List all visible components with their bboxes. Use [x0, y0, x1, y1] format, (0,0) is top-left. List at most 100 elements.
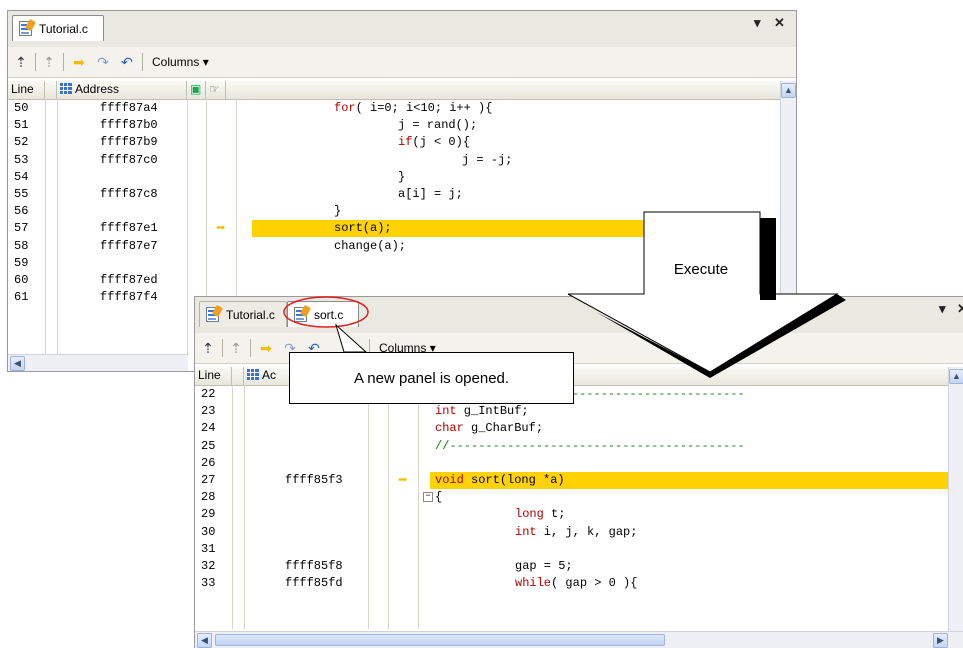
source-line[interactable]: 56} — [8, 203, 796, 220]
source-panel-sort: Tutorial.c sort.c ▾ ✕ ⇡ ⇡ ➡ ↷ ↶ Columns … — [194, 296, 963, 648]
tab-tutorial-c[interactable]: Tutorial.c — [199, 301, 287, 327]
go-to-source-icon[interactable]: ⇡ — [40, 53, 58, 71]
source-line[interactable]: 23 int g_IntBuf; — [195, 403, 963, 420]
current-line-highlight — [252, 220, 652, 238]
go-to-source-icon[interactable]: ⇡ — [227, 339, 245, 357]
line-number: 57 — [14, 221, 29, 236]
header-spacer — [232, 367, 244, 385]
scroll-left-icon[interactable]: ◀ — [10, 356, 25, 371]
source-code: j = -j; — [462, 152, 513, 167]
source-line[interactable]: 51 ffff87b0 j = rand(); — [8, 117, 796, 134]
collapse-icon[interactable]: − — [423, 492, 433, 503]
source-line[interactable]: 53 ffff87c0 j = -j; — [8, 152, 796, 169]
line-number: 26 — [201, 455, 216, 470]
show-current-pc-icon[interactable]: ➡ — [70, 53, 88, 71]
scroll-left-icon[interactable]: ◀ — [197, 633, 212, 648]
header-line[interactable]: Line — [195, 367, 232, 385]
tab-label: Tutorial.c — [226, 308, 275, 322]
address-value: ffff87f4 — [100, 290, 158, 305]
source-line[interactable]: 29 long t; — [195, 506, 963, 523]
execute-label: Execute — [673, 261, 729, 278]
address-value: ffff87c0 — [100, 152, 158, 167]
tab-tutorial-c[interactable]: Tutorial.c — [12, 15, 104, 41]
current-pc-arrow-icon: ➡ — [398, 472, 408, 490]
go-to-address-icon[interactable]: ⇡ — [12, 53, 30, 71]
line-number: 22 — [201, 387, 216, 401]
source-line[interactable]: 32 ffff85f8 gap = 5; — [195, 558, 963, 575]
source-line[interactable]: 52 ffff87b9 if(j < 0){ — [8, 134, 796, 151]
source-line[interactable]: 26 — [195, 455, 963, 472]
scroll-right-icon[interactable]: ▶ — [933, 633, 948, 648]
scroll-thumb[interactable] — [215, 634, 665, 646]
line-number: 51 — [14, 118, 29, 133]
source-line[interactable]: 58 ffff87e7 change(a); — [8, 238, 796, 255]
address-value: ffff87ed — [100, 273, 158, 287]
address-value: ffff87e7 — [100, 238, 158, 253]
header-event-icon[interactable]: ▣ — [187, 81, 206, 99]
source-line[interactable]: 31 — [195, 541, 963, 558]
address-value: ffff85f3 — [285, 473, 343, 487]
grid-icon — [247, 369, 259, 380]
source-line[interactable]: 28 −{ — [195, 489, 963, 506]
header-address[interactable]: Address — [57, 81, 187, 99]
source-line[interactable]: 25 //------------------------------------… — [195, 438, 963, 455]
address-value: ffff87e1 — [100, 221, 158, 236]
source-line[interactable]: 24 char g_CharBuf; — [195, 420, 963, 437]
address-value: ffff85fd — [285, 576, 343, 591]
columns-menu-button[interactable]: Columns ▾ — [152, 55, 209, 69]
undo-icon[interactable]: ↶ — [118, 53, 136, 71]
step-over-icon[interactable]: ↷ — [94, 53, 112, 71]
tab-sort-c[interactable]: sort.c — [287, 301, 359, 327]
source-line[interactable]: 57 ffff87e1 ➡ sort(a); — [8, 220, 796, 238]
toolbar-separator — [63, 53, 64, 71]
show-current-pc-icon[interactable]: ➡ — [257, 339, 275, 357]
dropdown-menu-icon[interactable]: ▾ — [754, 15, 761, 31]
source-code: if(j < 0){ — [398, 135, 471, 150]
source-code: gap = 5; — [515, 559, 573, 573]
scroll-up-icon[interactable]: ▲ — [949, 369, 963, 384]
source-code: for( i=0; i<10; i++ ){ — [334, 101, 493, 115]
source-line[interactable]: 27 ffff85f3 ➡ void sort(long *a) — [195, 472, 963, 489]
line-number: 55 — [14, 187, 29, 201]
line-number: 25 — [201, 438, 216, 453]
go-to-address-icon[interactable]: ⇡ — [199, 339, 217, 357]
source-code: long t; — [515, 507, 566, 522]
panel-title-bar: Tutorial.c ▾ ✕ — [8, 11, 796, 48]
source-line[interactable]: 50 ffff87a4 for( i=0; i<10; i++ ){ — [8, 100, 796, 117]
close-icon[interactable]: ✕ — [774, 15, 785, 31]
panel-title-bar: Tutorial.c sort.c ▾ ✕ — [195, 297, 963, 334]
source-code: a[i] = j; — [398, 187, 463, 201]
line-number: 53 — [14, 152, 29, 167]
line-number: 61 — [14, 290, 29, 305]
source-code: void sort(long *a) — [435, 473, 565, 487]
header-pointer-icon[interactable]: ☞ — [206, 81, 226, 99]
line-number: 59 — [14, 255, 29, 270]
source-line[interactable]: 55 ffff87c8 a[i] = j; — [8, 186, 796, 203]
toolbar-separator — [142, 53, 143, 71]
header-spacer — [45, 81, 57, 99]
source-code: sort(a); — [334, 221, 392, 236]
horizontal-scrollbar[interactable]: ◀ — [8, 354, 188, 371]
address-value: ffff87b9 — [100, 135, 158, 150]
source-code: } — [398, 169, 406, 184]
source-line[interactable]: 54} — [8, 169, 796, 186]
source-code: int g_IntBuf; — [435, 404, 529, 419]
toolbar-separator — [250, 339, 251, 357]
source-code: int i, j, k, gap; — [515, 524, 638, 539]
source-code: while( gap > 0 ){ — [515, 576, 638, 591]
column-header: Line Address ▣ ☞ — [8, 81, 796, 100]
line-number: 27 — [201, 473, 216, 487]
line-number: 60 — [14, 273, 29, 287]
tab-label: Tutorial.c — [39, 22, 88, 36]
source-line[interactable]: 33 ffff85fd while( gap > 0 ){ — [195, 575, 963, 592]
vertical-scrollbar[interactable]: ▲ — [948, 367, 963, 637]
scroll-up-icon[interactable]: ▲ — [781, 83, 796, 98]
line-number: 50 — [14, 101, 29, 115]
horizontal-scrollbar[interactable]: ◀ ▶ — [195, 631, 963, 648]
header-line[interactable]: Line — [8, 81, 45, 99]
source-line[interactable]: 30 int i, j, k, gap; — [195, 524, 963, 541]
address-value: ffff85f8 — [285, 559, 343, 573]
source-file-icon — [294, 307, 307, 322]
close-icon[interactable]: ✕ — [957, 301, 963, 317]
dropdown-menu-icon[interactable]: ▾ — [939, 301, 946, 317]
